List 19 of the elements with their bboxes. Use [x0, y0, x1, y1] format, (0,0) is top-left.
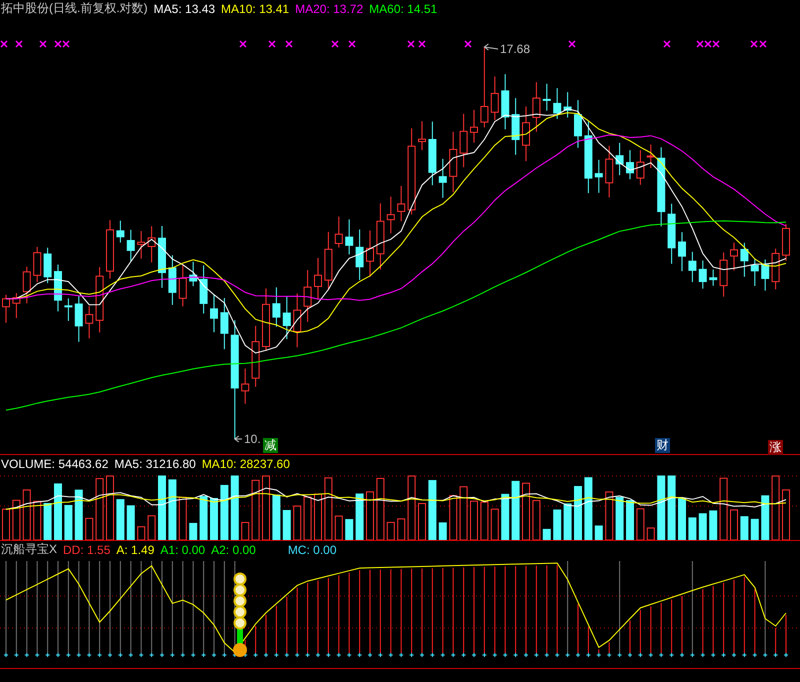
- event-badge: 涨: [768, 440, 783, 455]
- high-price-label: 17.68: [500, 42, 530, 56]
- indicator-title: 沉船寻宝X: [1, 541, 58, 558]
- volume-value: MA5: 31216.80: [114, 456, 196, 470]
- moving-average-value: MA20: 13.72: [295, 2, 364, 16]
- indicator-value: A1: 0.00: [160, 542, 206, 556]
- moving-average-value: MA5: 13.43: [154, 2, 216, 16]
- indicator-value: MC: 0.00: [288, 542, 336, 556]
- volume-value: MA10: 28237.60: [202, 456, 290, 470]
- volume-value: VOLUME: 54463.62: [1, 456, 108, 470]
- indicator-value: DD: 1.55: [63, 542, 110, 556]
- indicator-value: A2: 0.00: [211, 542, 256, 556]
- event-badge: 减: [263, 438, 278, 453]
- moving-average-value: MA10: 13.41: [221, 2, 290, 16]
- low-price-label: 10.: [244, 432, 261, 446]
- event-badge: 财: [655, 438, 670, 453]
- indicator-value: A: 1.49: [116, 542, 154, 556]
- moving-average-value: MA60: 14.51: [369, 2, 438, 16]
- chart-title: 拓中股份(日线.前复权.对数): [1, 0, 148, 17]
